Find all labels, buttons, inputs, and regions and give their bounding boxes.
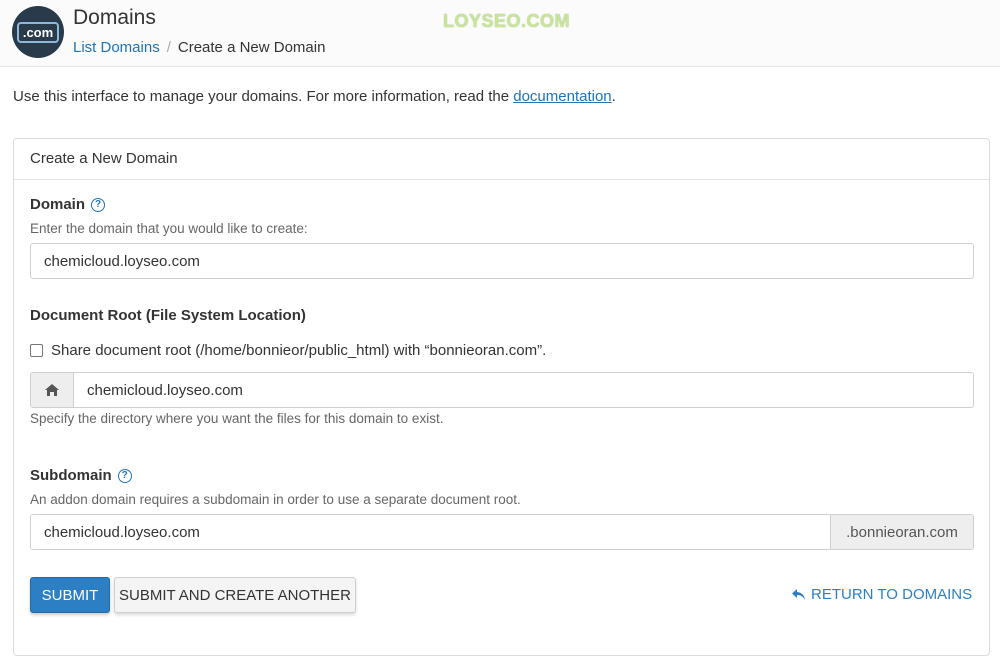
domains-logo: .com xyxy=(12,6,64,58)
document-root-input-group xyxy=(30,372,974,408)
subdomain-hint: An addon domain requires a subdomain in … xyxy=(30,492,521,507)
subdomain-suffix: .bonnieoran.com xyxy=(830,515,973,549)
intro-text: Use this interface to manage your domain… xyxy=(13,88,616,105)
document-root-label-text: Document Root (File System Location) xyxy=(30,307,306,324)
subdomain-label: Subdomain ? xyxy=(30,467,132,484)
breadcrumb-separator: / xyxy=(166,39,171,56)
subdomain-help-icon[interactable]: ? xyxy=(117,468,132,483)
share-document-root-checkbox[interactable] xyxy=(30,344,43,357)
document-root-input[interactable] xyxy=(74,373,973,407)
breadcrumb: List Domains / Create a New Domain xyxy=(73,39,325,56)
document-root-hint: Specify the directory where you want the… xyxy=(30,411,444,426)
domain-help-icon[interactable]: ? xyxy=(91,197,106,212)
subdomain-input-group: .bonnieoran.com xyxy=(30,514,974,550)
submit-and-create-another-button[interactable]: SUBMIT AND CREATE ANOTHER xyxy=(114,577,356,613)
breadcrumb-current: Create a New Domain xyxy=(177,39,326,56)
share-document-root-label[interactable]: Share document root (/home/bonnieor/publ… xyxy=(51,342,546,359)
return-arrow-icon xyxy=(792,589,805,600)
return-to-domains-label[interactable]: RETURN TO DOMAINS xyxy=(811,586,972,603)
intro-sentence: Use this interface to manage your domain… xyxy=(13,88,514,105)
watermark: LOYSEO.COM xyxy=(443,11,571,31)
breadcrumb-list-domains-link[interactable]: List Domains xyxy=(73,39,160,56)
domain-hint: Enter the domain that you would like to … xyxy=(30,221,308,236)
page-title: Domains xyxy=(73,6,156,29)
page-header: .com Domains LOYSEO.COM List Domains / C… xyxy=(0,0,1000,67)
return-to-domains-link[interactable]: RETURN TO DOMAINS xyxy=(791,586,972,603)
subdomain-input[interactable] xyxy=(31,515,830,549)
share-document-root-row[interactable]: Share document root (/home/bonnieor/publ… xyxy=(30,342,546,359)
panel-heading: Create a New Domain xyxy=(14,139,989,180)
dot-com-icon: .com xyxy=(16,21,60,43)
domain-label: Domain ? xyxy=(30,196,106,213)
documentation-link[interactable]: documentation xyxy=(513,88,611,105)
document-root-label: Document Root (File System Location) xyxy=(30,307,306,324)
create-domain-panel: Create a New Domain Domain ? Enter the d… xyxy=(13,138,990,656)
domain-input[interactable] xyxy=(30,243,974,279)
home-icon xyxy=(31,373,74,407)
submit-button[interactable]: SUBMIT xyxy=(30,577,110,613)
domain-label-text: Domain xyxy=(30,196,86,213)
intro-period: . xyxy=(611,88,616,105)
subdomain-label-text: Subdomain xyxy=(30,467,112,484)
